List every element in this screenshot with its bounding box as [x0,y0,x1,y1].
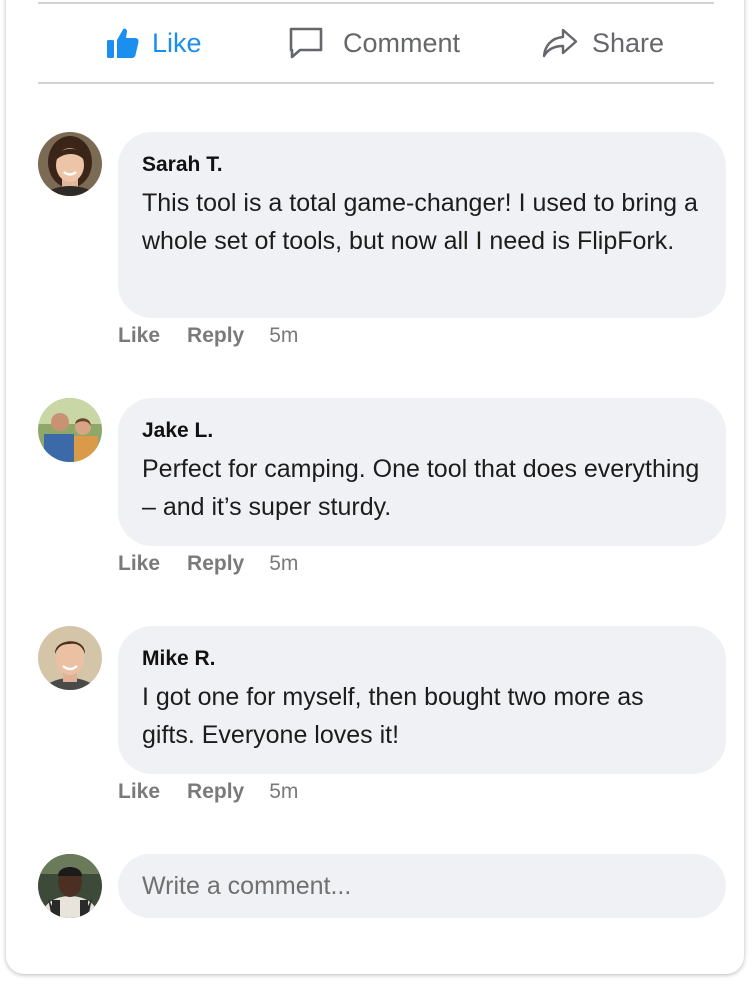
comment-button[interactable]: Comment [288,4,460,82]
comment-like-link[interactable]: Like [118,324,160,348]
comment-bubble: Mike R. I got one for myself, then bough… [118,626,726,774]
post-action-bar: Like Comment Share [38,4,714,82]
comment-text: This tool is a total game-changer! I use… [142,189,698,255]
comment-reply-link[interactable]: Reply [187,780,244,804]
comment-reply-link[interactable]: Reply [187,324,244,348]
comment-like-link[interactable]: Like [118,780,160,804]
current-user-avatar [38,854,102,918]
comment-bubble: Sarah T. This tool is a total game-chang… [118,132,726,318]
like-button[interactable]: Like [106,4,202,82]
share-label: Share [592,27,665,58]
comment-meta: Like Reply 5m [118,780,298,804]
speech-bubble-icon [288,26,324,60]
comment-author[interactable]: Sarah T. [142,150,702,180]
share-arrow-icon [542,27,578,59]
comment-text: I got one for myself, then bought two mo… [142,683,644,749]
thumbs-up-icon [106,27,140,59]
avatar[interactable] [38,398,102,462]
comment-reply-link[interactable]: Reply [187,552,244,576]
comment-text: Perfect for camping. One tool that does … [142,455,700,521]
comment-meta: Like Reply 5m [118,324,298,348]
comment-timestamp: 5m [269,324,299,347]
comment-timestamp: 5m [269,552,299,575]
comment-input[interactable] [118,854,726,918]
share-button[interactable]: Share [542,4,664,82]
comment-bubble: Jake L. Perfect for camping. One tool th… [118,398,726,546]
comment-author[interactable]: Jake L. [142,416,702,446]
like-label: Like [152,27,202,58]
comment-like-link[interactable]: Like [118,552,160,576]
action-bar-divider [38,82,714,84]
avatar[interactable] [38,132,102,196]
comment-label: Comment [343,27,461,58]
comment-timestamp: 5m [269,780,299,803]
comment-meta: Like Reply 5m [118,552,298,576]
avatar[interactable] [38,626,102,690]
comment-author[interactable]: Mike R. [142,644,702,674]
